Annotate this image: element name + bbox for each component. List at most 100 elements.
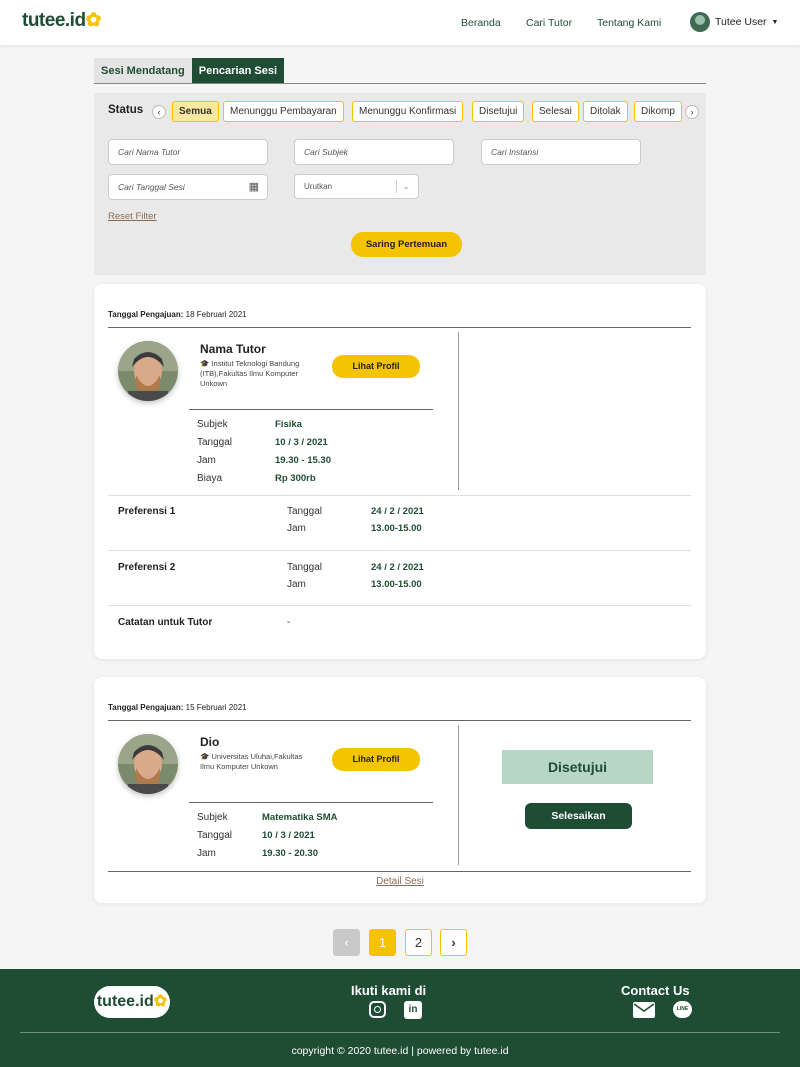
tutor-name: Nama Tutor: [200, 342, 266, 356]
chip-disetujui[interactable]: Disetujui: [472, 101, 525, 122]
tutor-avatar: [118, 734, 178, 794]
graduation-cap-icon: 🎓: [200, 359, 210, 368]
status-chips: Semua Menunggu Pembayaran Menunggu Konfi…: [172, 101, 682, 123]
divider: [189, 802, 433, 803]
divider: [458, 332, 459, 490]
avatar: [690, 12, 710, 32]
subject-label: Subjek: [197, 812, 228, 823]
subject-search-input[interactable]: Cari Subjek: [294, 139, 454, 165]
complete-session-button[interactable]: Selesaikan: [525, 803, 632, 829]
user-menu[interactable]: Tutee User ▼: [690, 12, 778, 32]
page-2-button[interactable]: 2: [405, 929, 432, 956]
next-page-button[interactable]: ›: [440, 929, 467, 956]
institution-search-input[interactable]: Cari Instansi: [481, 139, 641, 165]
submission-date: Tanggal Pengajuan: 15 Februari 2021: [108, 703, 247, 712]
time-label: Jam: [197, 455, 216, 466]
chip-ditolak[interactable]: Ditolak: [583, 101, 628, 122]
fee-value: Rp 300rb: [275, 473, 316, 484]
email-icon[interactable]: [633, 1002, 655, 1018]
fee-label: Biaya: [197, 473, 223, 484]
divider: [108, 327, 691, 328]
time-value: 19.30 - 20.30: [262, 848, 318, 859]
sort-select-value: Urutkan: [304, 182, 333, 191]
session-card: Tanggal Pengajuan: 18 Februari 2021 Nama…: [94, 284, 706, 659]
divider: [108, 605, 691, 606]
status-badge: Disetujui: [502, 750, 653, 784]
line-icon[interactable]: LINE: [673, 1001, 692, 1018]
chip-menunggu-konfirmasi[interactable]: Menunggu Konfirmasi: [352, 101, 464, 122]
filter-panel: Status ‹ Semua Menunggu Pembayaran Menun…: [94, 93, 706, 275]
chip-selesai[interactable]: Selesai: [532, 101, 579, 122]
submission-date: Tanggal Pengajuan: 18 Februari 2021: [108, 310, 247, 319]
copyright-text: copyright © 2020 tutee.id | powered by t…: [291, 1045, 509, 1057]
session-tabs: Sesi Mendatang Pencarian Sesi: [94, 58, 285, 84]
chip-semua[interactable]: Semua: [172, 101, 219, 122]
chip-dikomplain[interactable]: Dikomp: [634, 101, 682, 122]
filter-submit-button[interactable]: Saring Pertemuan: [351, 232, 462, 257]
pref1-time-value: 13.00-15.00: [371, 523, 422, 534]
pref1-date-value: 24 / 2 / 2021: [371, 506, 424, 517]
previous-page-button[interactable]: ‹: [333, 929, 360, 956]
footer-divider: [20, 1032, 780, 1033]
subject-value: Fisika: [275, 419, 302, 430]
chip-menunggu-pembayaran[interactable]: Menunggu Pembayaran: [223, 101, 344, 122]
tab-divider: [94, 83, 706, 84]
graduation-cap-icon: 🎓: [200, 752, 210, 761]
tutor-avatar: [118, 341, 178, 401]
subject-label: Subjek: [197, 419, 228, 430]
time-label: Jam: [197, 848, 216, 859]
date-value: 10 / 3 / 2021: [275, 437, 328, 448]
instagram-icon[interactable]: [369, 1001, 386, 1018]
pref1-time-label: Jam: [287, 523, 306, 534]
tab-sesi-mendatang[interactable]: Sesi Mendatang: [94, 58, 192, 84]
date-value: 10 / 3 / 2021: [262, 830, 315, 841]
linkedin-icon[interactable]: in: [404, 1001, 422, 1019]
preference-2-label: Preferensi 2: [118, 562, 176, 573]
tab-pencarian-sesi[interactable]: Pencarian Sesi: [191, 58, 285, 84]
calendar-icon[interactable]: ▦: [249, 175, 259, 199]
footer-logo[interactable]: tutee.id✿: [94, 986, 170, 1018]
divider: [108, 720, 691, 721]
sort-select[interactable]: Urutkan ⌄: [294, 174, 419, 199]
tutor-institution: 🎓 Universitas Uluhai,Fakultas Ilmu Kompu…: [200, 752, 303, 771]
divider: [189, 409, 433, 410]
chevron-left-icon[interactable]: ‹: [152, 105, 166, 119]
chevron-down-icon: ⌄: [403, 182, 410, 191]
follow-heading: Ikuti kami di: [351, 983, 427, 998]
select-separator: [396, 180, 397, 193]
date-label: Tanggal: [197, 830, 233, 841]
footer: tutee.id✿ Ikuti kami di in Contact Us LI…: [0, 969, 800, 1067]
user-name: Tutee User: [715, 16, 767, 28]
divider: [108, 495, 691, 496]
subject-value: Matematika SMA: [262, 812, 338, 823]
tutor-note-value: -: [287, 617, 291, 628]
tutor-institution: 🎓 Institut Teknologi Bandung (ITB),Fakul…: [200, 359, 300, 388]
session-date-placeholder: Cari Tanggal Sesi: [118, 182, 185, 192]
contact-heading: Contact Us: [621, 983, 690, 998]
time-value: 19.30 - 15.30: [275, 455, 331, 466]
pref1-date-label: Tanggal: [287, 506, 323, 517]
nav-beranda[interactable]: Beranda: [461, 17, 501, 29]
nav-cari-tutor[interactable]: Cari Tutor: [526, 17, 572, 29]
reset-filter-link[interactable]: Reset Filter: [108, 211, 157, 222]
session-detail-link[interactable]: Detail Sesi: [94, 876, 706, 887]
tutor-name-search-input[interactable]: Cari Nama Tutor: [108, 139, 268, 165]
caret-down-icon: ▼: [771, 18, 779, 26]
pref2-date-label: Tanggal: [287, 562, 323, 573]
divider: [108, 550, 691, 551]
tutor-name: Dio: [200, 735, 220, 749]
session-date-input[interactable]: Cari Tanggal Sesi ▦: [108, 174, 268, 200]
divider: [108, 871, 691, 872]
view-profile-button[interactable]: Lihat Profil: [332, 355, 420, 378]
date-label: Tanggal: [197, 437, 233, 448]
divider: [458, 725, 459, 865]
top-navbar: tutee.id✿ Beranda Cari Tutor Tentang Kam…: [0, 0, 800, 45]
nav-tentang-kami[interactable]: Tentang Kami: [597, 17, 661, 29]
view-profile-button[interactable]: Lihat Profil: [332, 748, 420, 771]
preference-1-label: Preferensi 1: [118, 506, 176, 517]
logo[interactable]: tutee.id✿: [22, 9, 101, 32]
chevron-right-icon[interactable]: ›: [685, 105, 699, 119]
page-1-button[interactable]: 1: [369, 929, 396, 956]
pref2-date-value: 24 / 2 / 2021: [371, 562, 424, 573]
pref2-time-value: 13.00-15.00: [371, 579, 422, 590]
